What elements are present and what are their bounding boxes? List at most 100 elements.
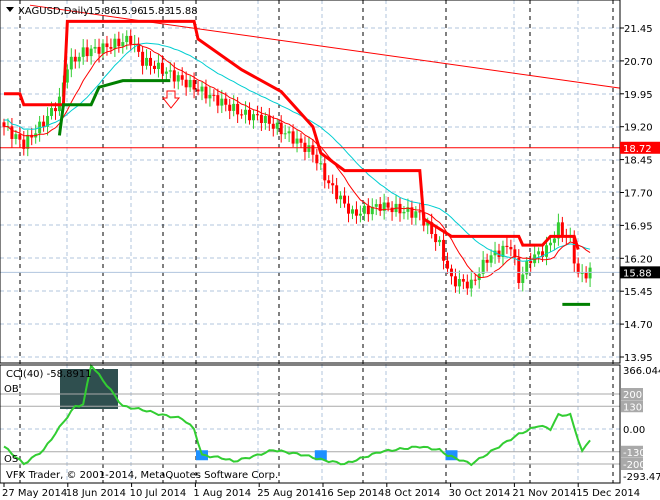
- candle-body: [548, 242, 552, 246]
- candle-body: [14, 134, 18, 139]
- candle-body: [469, 279, 473, 289]
- date-tick-label: 1 Aug 2014: [193, 488, 251, 499]
- candle-body: [457, 279, 461, 287]
- candle-body: [509, 246, 513, 250]
- candle-body: [335, 185, 339, 200]
- candle-body: [402, 211, 406, 214]
- candle-body: [125, 35, 129, 43]
- candle-body: [77, 56, 81, 62]
- candle-body: [291, 131, 295, 144]
- candle-body: [295, 138, 299, 144]
- candle-body: [588, 267, 592, 279]
- cci-label: CCI(40) -58.8911: [6, 369, 92, 380]
- candle-body: [26, 134, 30, 149]
- candle-body: [85, 47, 89, 57]
- candle-body: [560, 222, 564, 236]
- candle-body: [283, 133, 287, 135]
- ohlc-open: 15.86: [88, 6, 117, 17]
- chart-canvas[interactable]: 366.0447 -293.479 200130 0.00 -130-200 XAGUS…: [0, 0, 660, 500]
- candle-body: [390, 207, 394, 213]
- date-tick-label: 16 Sep 2014: [321, 488, 384, 499]
- symbol-label: XAGUSD,Daily: [18, 6, 89, 17]
- cci-level-label: 130: [623, 402, 642, 413]
- candle-body: [473, 279, 477, 281]
- candle-body: [200, 86, 204, 92]
- cci-level-label: 200: [623, 390, 642, 401]
- price-tick-label: 13.95: [624, 353, 653, 364]
- candle-body: [232, 103, 236, 111]
- price-tick-label: 16.95: [624, 221, 653, 232]
- candle-body: [307, 145, 311, 152]
- candle-body: [129, 35, 133, 45]
- hline-price-badge: 18.72: [623, 144, 652, 155]
- candle-body: [196, 89, 200, 92]
- date-tick-label: 30 Oct 2014: [449, 488, 511, 499]
- cci-panel: 366.0447 -293.479 200130 0.00 -130-200: [0, 363, 660, 483]
- candle-body: [327, 180, 331, 184]
- cci-ob-label: OB: [4, 384, 19, 395]
- candle-body: [442, 239, 446, 261]
- date-tick-label: 15 Dec 2014: [576, 488, 640, 499]
- candle-body: [584, 272, 588, 279]
- candle-body: [180, 75, 184, 80]
- chart-window[interactable]: 366.0447 -293.479 200130 0.00 -130-200 XAGUS…: [0, 0, 660, 500]
- copyright-footer: VFX Trader, © 2001-2014, MetaQuotes Soft…: [6, 470, 278, 481]
- candle-body: [299, 138, 303, 143]
- candle-body: [521, 274, 525, 283]
- candle-body: [505, 245, 509, 247]
- cci-level-label: -130: [623, 448, 646, 459]
- candle-body: [358, 213, 362, 216]
- candle-body: [339, 195, 343, 200]
- price-tick-label: 19.95: [624, 90, 653, 101]
- candle-body: [145, 57, 149, 66]
- cci-max-label: 366.0447: [623, 366, 660, 377]
- candle-body: [240, 114, 244, 116]
- price-tick-label: 19.20: [624, 123, 653, 134]
- candle-body: [97, 46, 101, 54]
- candle-body: [109, 47, 113, 49]
- candle-body: [481, 259, 485, 274]
- date-axis: 27 May 201418 Jun 2014 10 Jul 2014 1 Aug 2…: [2, 483, 640, 499]
- cci-min-label: -293.479: [623, 472, 660, 483]
- candle-body: [105, 43, 109, 48]
- date-tick-label: 10 Jul 2014: [130, 488, 187, 499]
- ohlc-close: 15.88: [169, 6, 198, 17]
- candle-body: [248, 109, 252, 121]
- candle-body: [485, 259, 489, 263]
- candle-body: [489, 255, 493, 263]
- candle-body: [50, 108, 54, 116]
- candle-body: [362, 205, 366, 214]
- price-tick-label: 18.45: [624, 156, 653, 167]
- candle-body: [18, 134, 22, 140]
- candle-body: [255, 114, 259, 116]
- price-tick-label: 16.20: [624, 254, 653, 265]
- price-tick-label: 14.70: [624, 320, 653, 331]
- main-plot-border: [0, 0, 621, 364]
- candle-body: [279, 122, 283, 135]
- price-tick-label: 21.45: [624, 24, 653, 35]
- candle-body: [537, 251, 541, 255]
- candle-body: [168, 70, 172, 72]
- date-tick-label: 27 May 2014: [2, 488, 67, 499]
- candle-body: [350, 209, 354, 214]
- candle-body: [101, 43, 105, 54]
- candle-body: [366, 205, 370, 215]
- candle-body: [275, 122, 279, 129]
- candle-body: [93, 46, 97, 49]
- cci-level-label: 0.00: [623, 425, 645, 436]
- candle-body: [347, 203, 351, 214]
- current-price-badge: 15.88: [623, 268, 652, 279]
- candle-body: [164, 71, 168, 74]
- candle-body: [267, 116, 271, 124]
- candle-body: [251, 114, 255, 121]
- candle-body: [53, 108, 57, 112]
- collapse-triangle-icon[interactable]: [6, 7, 14, 12]
- candle-body: [141, 51, 145, 66]
- candle-body: [319, 163, 323, 165]
- candle-body: [204, 86, 208, 99]
- candle-body: [224, 98, 228, 105]
- candle-body: [236, 103, 240, 115]
- candle-body: [212, 94, 216, 96]
- candle-body: [323, 163, 327, 181]
- date-tick-label: 18 Jun 2014: [66, 488, 126, 499]
